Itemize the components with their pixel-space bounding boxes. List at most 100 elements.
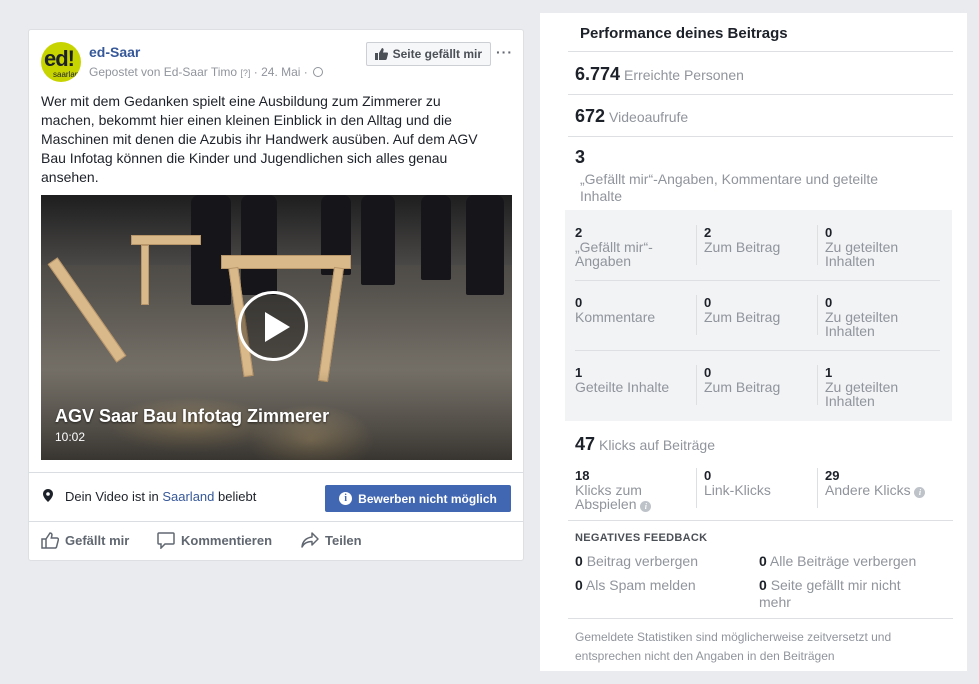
like-page-label: Seite gefällt mir — [392, 47, 482, 61]
avatar-logo-text: ed! — [44, 46, 75, 71]
post-text: Wer mit dem Gedanken spielt eine Ausbild… — [41, 93, 478, 185]
reactions-value: 3 — [575, 147, 586, 167]
play-clicks-cell: 18 Klicks zum Abspielen i — [575, 468, 685, 512]
video-plank — [221, 255, 351, 269]
posted-by: Gepostet von Ed-Saar Timo — [89, 65, 238, 79]
location-pin-icon — [43, 489, 53, 502]
reach-stat: 6.774 Erreichte Personen — [575, 64, 744, 85]
reactions-label: „Gefällt mir“-Angaben, Kommentare und ge… — [580, 171, 879, 204]
video-plank — [47, 257, 127, 363]
likes-total-cell: 2 „Gefällt mir“-Angaben — [575, 225, 653, 269]
share-label: Teilen — [325, 532, 362, 548]
post-date[interactable]: · 24. Mai · — [254, 65, 308, 79]
views-value: 672 — [575, 106, 606, 126]
promo-location-link[interactable]: Saarland — [162, 489, 214, 504]
help-link[interactable]: [?] — [240, 68, 250, 78]
performance-title: Performance deines Beitrags — [580, 25, 788, 42]
link-clicks-cell: 0 Link-Klicks — [704, 468, 771, 498]
likes-post-cell: 2 Zum Beitrag — [704, 225, 781, 255]
spam-stat: 0 Als Spam melden — [575, 577, 696, 593]
reach-value: 6.774 — [575, 64, 621, 84]
hide-post-stat: 0 Beitrag verbergen — [575, 553, 698, 569]
info-icon[interactable]: i — [914, 487, 926, 498]
video-figure — [421, 195, 451, 280]
shares-total-cell: 1 Geteilte Inhalte — [575, 365, 670, 395]
video-figure — [241, 195, 277, 295]
comments-total-cell: 0 Kommentare — [575, 295, 656, 325]
comment-button[interactable]: Kommentieren — [157, 532, 272, 549]
video-title: AGV Saar Bau Infotag Zimmerer — [55, 406, 330, 426]
comment-icon — [157, 532, 175, 549]
divider — [575, 350, 940, 351]
comments-post-cell: 0 Zum Beitrag — [704, 295, 781, 325]
post-meta: Gepostet von Ed-Saar Timo [?] · 24. Mai … — [89, 65, 324, 79]
promo-text: Dein Video ist in Saarland beliebt — [65, 489, 256, 504]
divider — [568, 520, 953, 521]
other-clicks-cell: 29 Andere Klicks i — [825, 468, 955, 498]
divider — [817, 295, 818, 335]
divider — [817, 468, 818, 508]
views-stat: 672 Videoaufrufe — [575, 106, 688, 127]
post-card: ed! saarland ed-Saar Gepostet von Ed-Saa… — [28, 29, 524, 561]
video-figure — [191, 195, 231, 305]
divider — [575, 280, 940, 281]
page-name-link[interactable]: ed-Saar — [89, 44, 140, 60]
comment-label: Kommentieren — [181, 533, 273, 548]
globe-icon — [313, 67, 324, 77]
comments-shared-cell: 0 Zu geteilten Inhalten — [825, 295, 899, 339]
avatar-logo-subtext: saarland — [53, 70, 81, 79]
divider — [568, 618, 953, 619]
clicks-stat: 47 Klicks auf Beiträge — [575, 434, 715, 455]
like-label: Gefällt mir — [65, 533, 130, 548]
promo-text-after: beliebt — [218, 489, 257, 504]
post-actions: Gefällt mir Kommentieren Teilen — [29, 521, 523, 561]
hide-all-stat: 0 Alle Beiträge verbergen — [759, 553, 917, 569]
video-plank — [318, 266, 344, 383]
promo-bar: Dein Video ist in Saarland beliebt i Bew… — [29, 472, 523, 521]
thumbs-up-outline-icon — [41, 532, 59, 549]
video-duration: 10:02 — [55, 430, 86, 444]
performance-panel: Performance deines Beitrags 6.774 Erreich… — [540, 13, 967, 671]
divider — [568, 94, 953, 95]
negative-feedback-heading: NEGATIVES FEEDBACK — [575, 532, 708, 544]
page-avatar[interactable]: ed! saarland — [41, 42, 81, 82]
shares-shared-cell: 1 Zu geteilten Inhalten — [825, 365, 899, 409]
shares-post-cell: 0 Zum Beitrag — [704, 365, 781, 395]
clicks-value: 47 — [575, 434, 596, 454]
likes-shared-cell: 0 Zu geteilten Inhalten — [825, 225, 899, 269]
video-plank — [131, 235, 201, 245]
divider — [817, 365, 818, 405]
play-icon — [265, 312, 290, 342]
reactions-breakdown: 2 „Gefällt mir“-Angaben 2 Zum Beitrag 0 Zu … — [565, 210, 952, 421]
more-options-icon[interactable]: ··· — [496, 44, 513, 60]
video-plank — [141, 245, 149, 305]
like-button[interactable]: Gefällt mir — [41, 532, 129, 549]
boost-button[interactable]: i Bewerben nicht möglich — [325, 485, 511, 512]
video-figure — [361, 195, 395, 285]
divider — [568, 51, 953, 52]
divider — [817, 225, 818, 265]
clicks-label: Klicks auf Beiträge — [599, 437, 715, 453]
unlike-page-stat: 0 Seite gefällt mir nicht mehr — [759, 577, 901, 610]
divider — [696, 225, 697, 265]
play-button[interactable] — [238, 291, 308, 361]
divider — [696, 365, 697, 405]
reach-label: Erreichte Personen — [624, 67, 744, 83]
thumbs-up-icon — [374, 48, 388, 60]
views-label: Videoaufrufe — [609, 109, 689, 125]
like-page-button[interactable]: Seite gefällt mir — [365, 42, 491, 66]
video-player[interactable]: AGV Saar Bau Infotag Zimmerer 10:02 — [41, 195, 512, 460]
divider — [696, 468, 697, 508]
reactions-stat: 3 — [575, 147, 585, 168]
divider — [568, 136, 953, 137]
boost-button-label: Bewerben nicht möglich — [358, 491, 497, 506]
post-header: ed! saarland ed-Saar Gepostet von Ed-Saa… — [41, 42, 513, 84]
info-icon: i — [339, 492, 353, 505]
promo-text-before: Dein Video ist in — [65, 489, 159, 504]
share-icon — [301, 532, 319, 548]
info-icon[interactable]: i — [640, 501, 652, 512]
statistics-footnote: Gemeldete Statistiken sind möglicherweis… — [575, 630, 892, 663]
video-figure — [466, 195, 504, 295]
share-button[interactable]: Teilen — [301, 532, 362, 548]
divider — [696, 295, 697, 335]
